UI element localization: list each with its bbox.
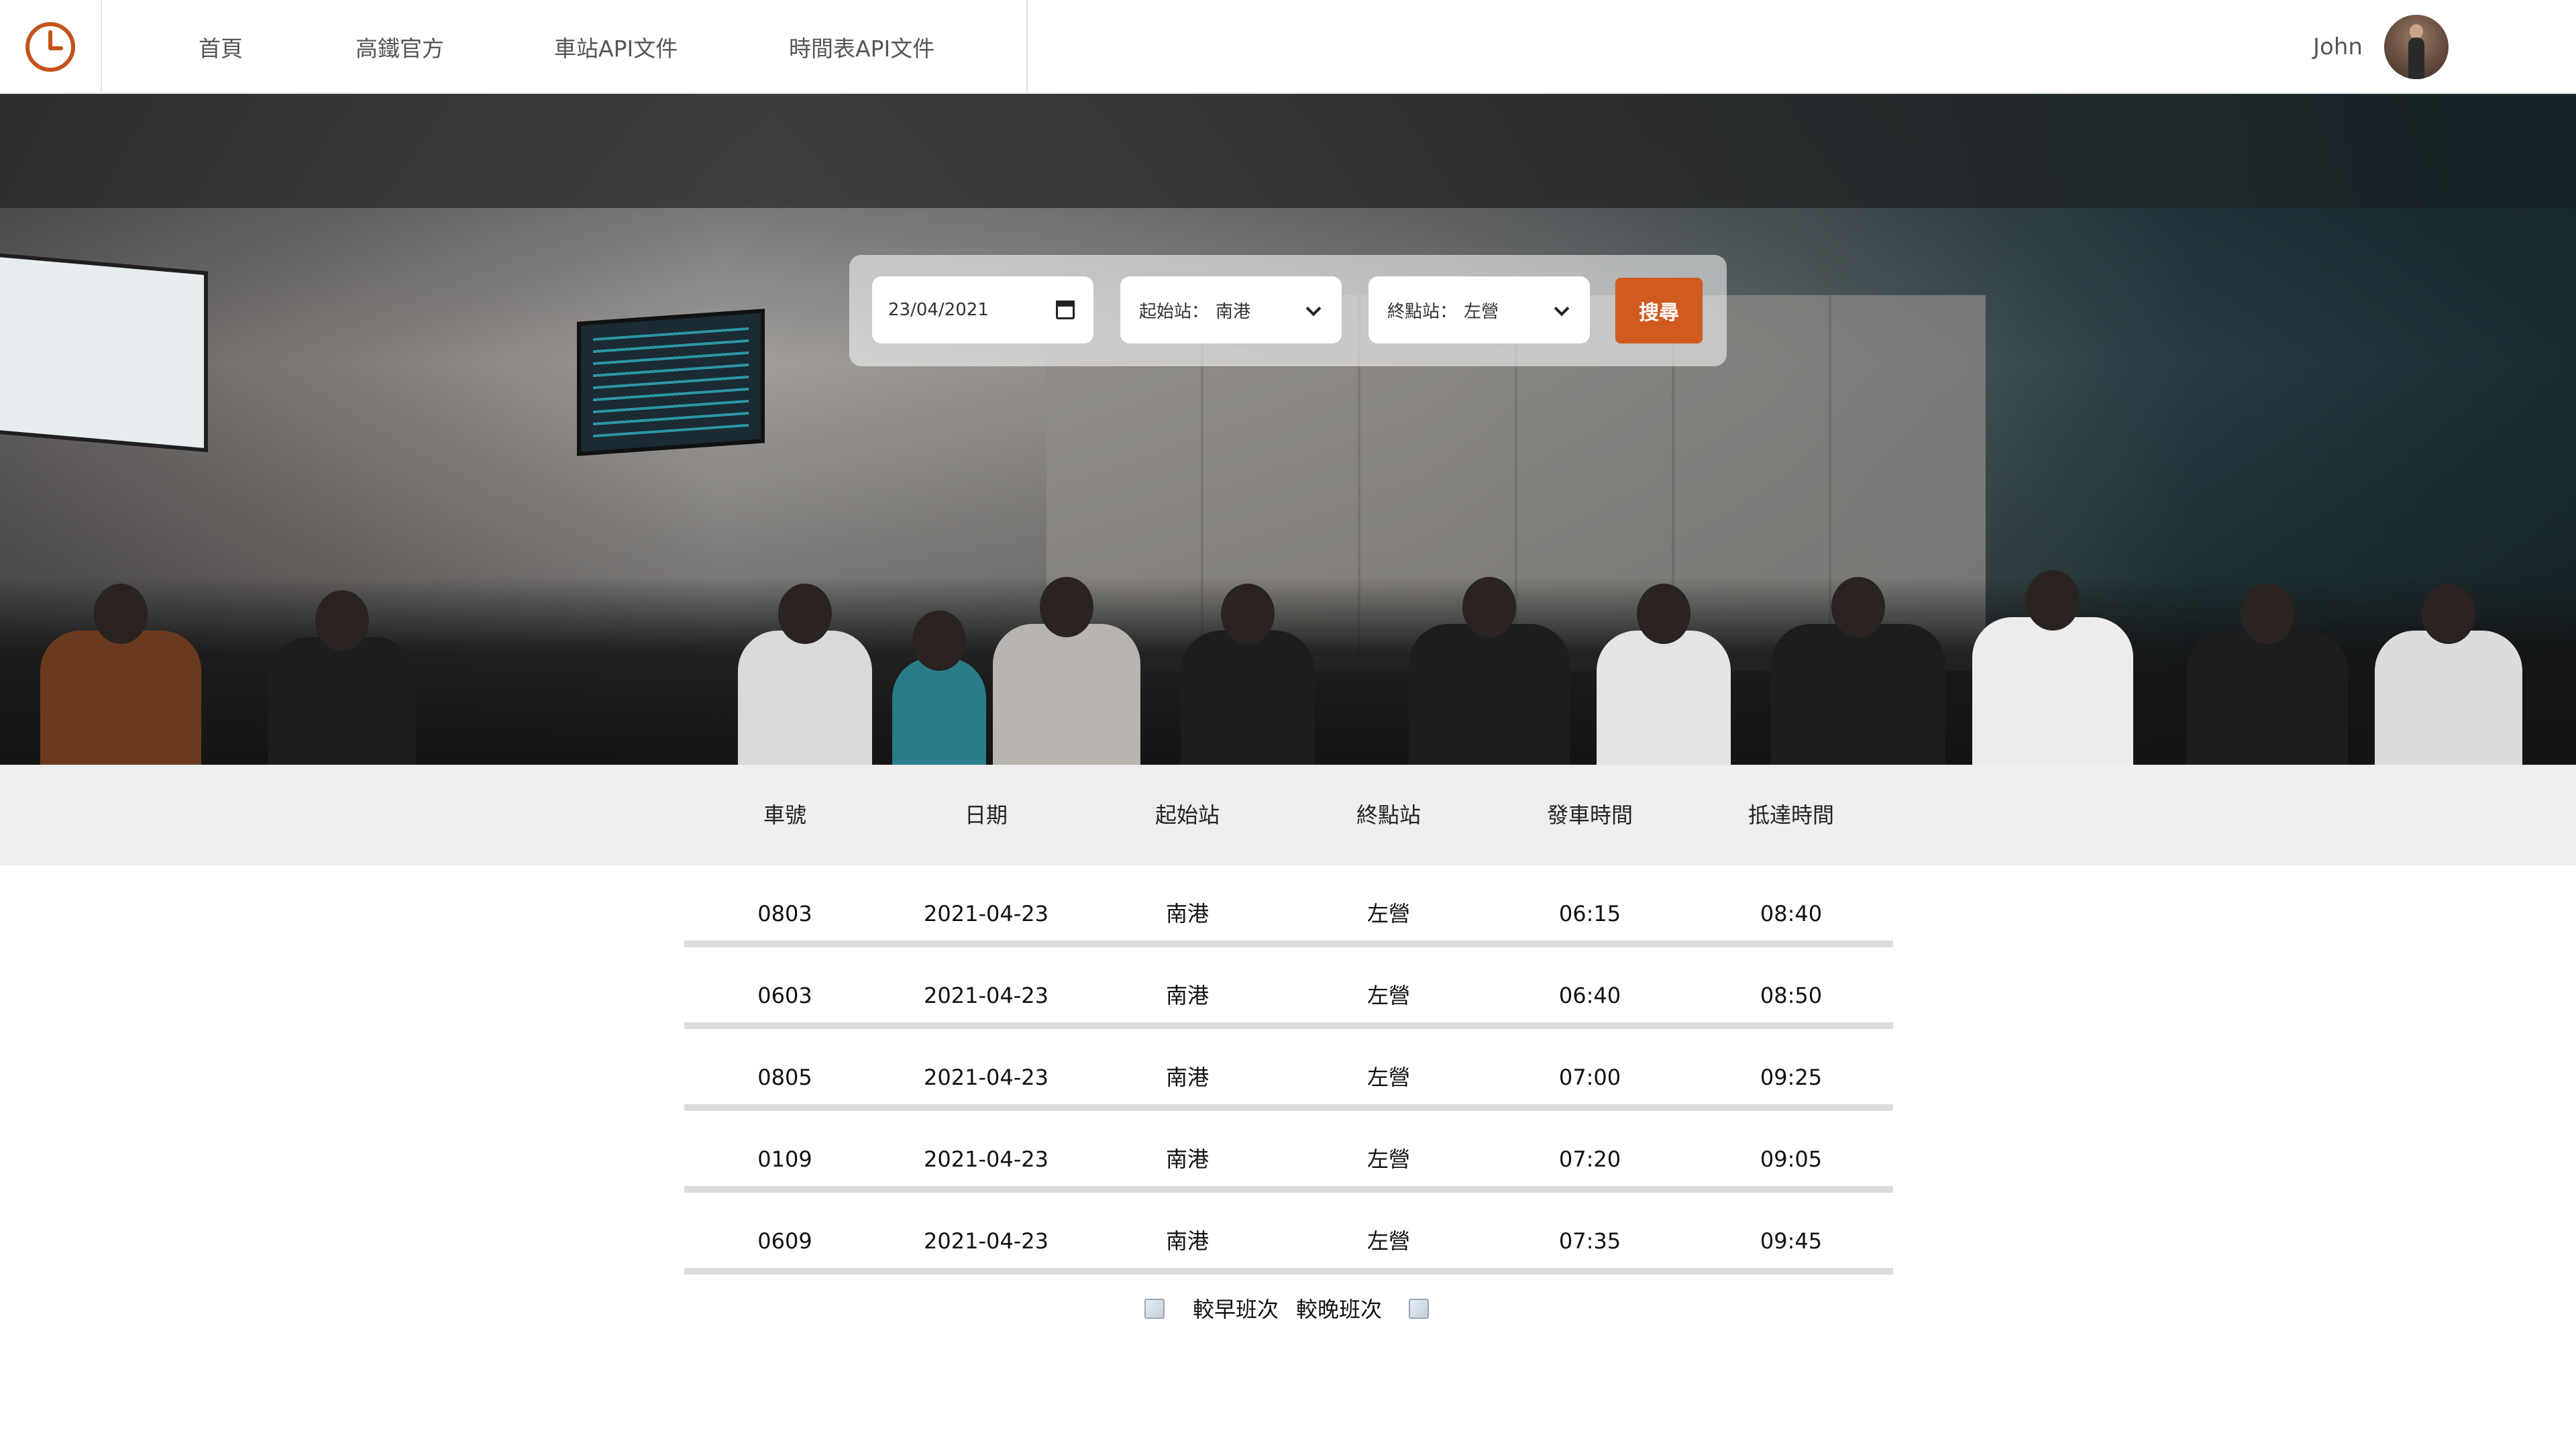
nav-item-home[interactable]: 首頁 xyxy=(199,0,243,94)
cell-departure-time: 07:00 xyxy=(1558,1065,1621,1090)
cell-arrival-time: 08:50 xyxy=(1760,983,1823,1008)
cell-origin: 南港 xyxy=(1165,1228,1209,1254)
table-row[interactable]: 0805 2021-04-23 南港 左營 07:00 09:25 xyxy=(684,1029,1893,1111)
user-name: John xyxy=(2313,34,2363,60)
departure-station-value: 南港 xyxy=(1216,301,1251,322)
nav-item-timetable-api-docs[interactable]: 時間表API文件 xyxy=(789,0,934,94)
arrival-station-select[interactable]: 終點站： 左營 xyxy=(1368,276,1590,343)
earlier-trains-link[interactable]: 較早班次 xyxy=(1193,1288,1279,1328)
cell-origin: 南港 xyxy=(1165,983,1209,1008)
table-row[interactable]: 0603 2021-04-23 南港 左營 06:40 08:50 xyxy=(684,947,1893,1029)
chevron-down-icon xyxy=(1305,301,1322,317)
cell-arrival-time: 08:40 xyxy=(1760,901,1823,926)
table-row[interactable]: 0109 2021-04-23 南港 左營 07:20 09:05 xyxy=(684,1111,1893,1193)
crowd-person xyxy=(738,584,872,765)
column-header-departure-time: 發車時間 xyxy=(1546,802,1633,828)
cell-departure-time: 07:35 xyxy=(1558,1228,1621,1254)
cell-destination: 左營 xyxy=(1366,1065,1410,1090)
avatar[interactable] xyxy=(2384,15,2449,79)
cell-date: 2021-04-23 xyxy=(924,1146,1049,1172)
table-row[interactable]: 0609 2021-04-23 南港 左營 07:35 09:45 xyxy=(684,1193,1893,1275)
crowd-person xyxy=(1972,570,2133,765)
cell-arrival-time: 09:45 xyxy=(1760,1228,1823,1254)
cell-arrival-time: 09:05 xyxy=(1760,1146,1823,1172)
column-header-arrival-time: 抵達時間 xyxy=(1748,802,1834,828)
crowd-person xyxy=(268,590,416,765)
nav-item-station-api-docs[interactable]: 車站API文件 xyxy=(554,0,678,94)
crowd-person xyxy=(993,577,1140,765)
search-form: 23/04/2021 起始站： 南港 終點站： 左營 搜尋 xyxy=(849,255,1727,366)
previous-page-icon[interactable] xyxy=(1144,1299,1165,1319)
logo[interactable] xyxy=(0,0,102,94)
crowd-person xyxy=(1181,584,1315,765)
hero-crowd xyxy=(0,570,2576,765)
search-button[interactable]: 搜尋 xyxy=(1615,278,1703,343)
cell-departure-time: 06:40 xyxy=(1558,983,1621,1008)
crowd-person xyxy=(1771,577,1945,765)
crowd-person xyxy=(1409,577,1570,765)
arrival-station-label: 終點站： xyxy=(1387,301,1458,322)
column-header-destination: 終點站 xyxy=(1356,802,1421,828)
nav-item-thsr-official[interactable]: 高鐵官方 xyxy=(356,0,444,94)
hero-poster xyxy=(0,252,208,453)
cell-date: 2021-04-23 xyxy=(924,1065,1049,1090)
later-trains-link[interactable]: 較晚班次 xyxy=(1296,1288,1382,1328)
cell-destination: 左營 xyxy=(1366,901,1410,926)
departure-station-select[interactable]: 起始站： 南港 xyxy=(1120,276,1342,343)
cell-origin: 南港 xyxy=(1165,901,1209,926)
cell-train-no: 0603 xyxy=(757,983,812,1008)
crowd-person xyxy=(40,584,201,765)
column-header-origin: 起始站 xyxy=(1155,802,1220,828)
cell-destination: 左營 xyxy=(1366,1228,1410,1254)
cell-date: 2021-04-23 xyxy=(924,1228,1049,1254)
crowd-person xyxy=(892,610,986,765)
crowd-person xyxy=(2375,584,2522,765)
cell-origin: 南港 xyxy=(1165,1065,1209,1090)
departure-station-label: 起始站： xyxy=(1139,301,1210,322)
avatar-body xyxy=(2408,38,2424,79)
table-header: 車號 日期 起始站 終點站 發車時間 抵達時間 xyxy=(0,765,2576,865)
main-nav: 首頁 高鐵官方 車站API文件 時間表API文件 xyxy=(102,0,1028,94)
avatar-head xyxy=(2410,24,2423,39)
chevron-down-icon xyxy=(1554,301,1570,317)
table-row[interactable]: 0803 2021-04-23 南港 左營 06:15 08:40 xyxy=(684,865,1893,947)
cell-train-no: 0609 xyxy=(757,1228,812,1254)
cell-origin: 南港 xyxy=(1165,1146,1209,1172)
calendar-icon[interactable] xyxy=(1056,301,1075,319)
column-header-date: 日期 xyxy=(964,802,1008,828)
hero-banner: 23/04/2021 起始站： 南港 終點站： 左營 搜尋 xyxy=(0,94,2576,765)
date-input[interactable]: 23/04/2021 xyxy=(872,276,1093,343)
arrival-station-value: 左營 xyxy=(1464,301,1499,322)
hero-departure-board xyxy=(577,309,765,456)
cell-departure-time: 07:20 xyxy=(1558,1146,1621,1172)
crowd-person xyxy=(2187,584,2348,765)
clock-icon xyxy=(25,22,75,72)
cell-train-no: 0803 xyxy=(757,901,812,926)
next-page-icon[interactable] xyxy=(1409,1299,1429,1319)
cell-date: 2021-04-23 xyxy=(924,901,1049,926)
cell-date: 2021-04-23 xyxy=(924,983,1049,1008)
cell-train-no: 0109 xyxy=(757,1146,812,1172)
column-header-train-no: 車號 xyxy=(763,802,806,828)
cell-destination: 左營 xyxy=(1366,1146,1410,1172)
date-value: 23/04/2021 xyxy=(888,300,989,320)
cell-destination: 左營 xyxy=(1366,983,1410,1008)
hero-ceiling-signs xyxy=(0,94,2576,208)
top-navigation: 首頁 高鐵官方 車站API文件 時間表API文件 John xyxy=(0,0,2576,94)
cell-train-no: 0805 xyxy=(757,1065,812,1090)
cell-departure-time: 06:15 xyxy=(1558,901,1621,926)
crowd-person xyxy=(1597,584,1731,765)
cell-arrival-time: 09:25 xyxy=(1760,1065,1823,1090)
